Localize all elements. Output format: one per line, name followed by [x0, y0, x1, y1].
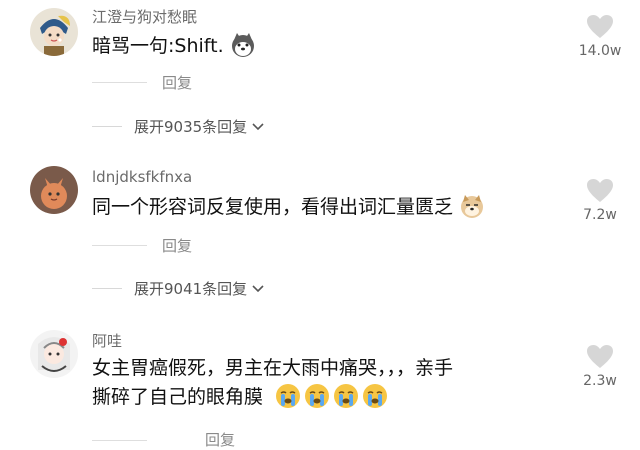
crying-emoji-icon [275, 383, 301, 418]
expand-divider [92, 288, 122, 289]
like-button[interactable]: 14.0w [574, 14, 626, 59]
heart-icon [587, 15, 613, 38]
comment-text: 暗骂一句:Shift. [92, 32, 256, 67]
username[interactable]: 阿哇 [92, 330, 122, 351]
heart-icon [587, 345, 613, 368]
reply-button[interactable]: 回复 [205, 429, 235, 450]
comment-text-content: 同一个形容词反复使用，看得出词汇量匮乏 [92, 196, 454, 218]
comment-text-line-2-row: 撕碎了自己的眼角膜 [92, 383, 453, 418]
husky-emoji-icon [230, 32, 256, 67]
crying-emoji-icon [362, 383, 388, 418]
doge-emoji-icon [459, 193, 485, 228]
like-button[interactable]: 7.2w [574, 178, 626, 223]
avatar[interactable] [30, 330, 78, 378]
comment-text-line-2: 撕碎了自己的眼角膜 [92, 386, 264, 408]
comment-3: 阿哇 女主胃癌假死，男主在大雨中痛哭，，，亲手 撕碎了自己的眼角膜 回复 2.3… [0, 322, 640, 450]
expand-divider [92, 126, 122, 127]
avatar[interactable] [30, 166, 78, 214]
comment-text-line-1: 女主胃癌假死，男主在大雨中痛哭，，，亲手 [92, 357, 454, 379]
like-count: 7.2w [583, 207, 617, 223]
like-count: 14.0w [578, 43, 622, 59]
heart-icon [587, 179, 613, 202]
like-button[interactable]: 2.3w [574, 344, 626, 389]
reply-divider [92, 82, 147, 83]
username[interactable]: ldnjdksfkfnxa [92, 168, 192, 186]
chevron-down-icon [252, 284, 264, 292]
expand-replies-button[interactable]: 展开9035条回复 [92, 116, 265, 137]
expand-replies-label: 展开9041条回复 [134, 280, 248, 298]
comment-1: 江澄与狗对愁眠 暗骂一句:Shift. 回复 14.0w 展开9035条回复 [0, 0, 640, 150]
comment-text-content: 暗骂一句:Shift. [92, 35, 224, 57]
crying-emoji-icon [304, 383, 330, 418]
reply-divider [92, 245, 147, 246]
reply-divider [92, 440, 147, 441]
reply-button[interactable]: 回复 [162, 72, 192, 93]
expand-replies-label: 展开9035条回复 [134, 118, 248, 136]
like-count: 2.3w [583, 373, 617, 389]
comment-2: ldnjdksfkfnxa 同一个形容词反复使用，看得出词汇量匮乏 回复 7.2… [0, 160, 640, 310]
username[interactable]: 江澄与狗对愁眠 [92, 6, 197, 27]
comment-text: 女主胃癌假死，男主在大雨中痛哭，，，亲手 撕碎了自己的眼角膜 [92, 354, 453, 418]
avatar[interactable] [30, 8, 78, 56]
reply-button[interactable]: 回复 [162, 235, 192, 256]
comment-text: 同一个形容词反复使用，看得出词汇量匮乏 [92, 193, 485, 228]
chevron-down-icon [252, 122, 264, 130]
crying-emoji-icon [333, 383, 359, 418]
expand-replies-button[interactable]: 展开9041条回复 [92, 278, 265, 299]
